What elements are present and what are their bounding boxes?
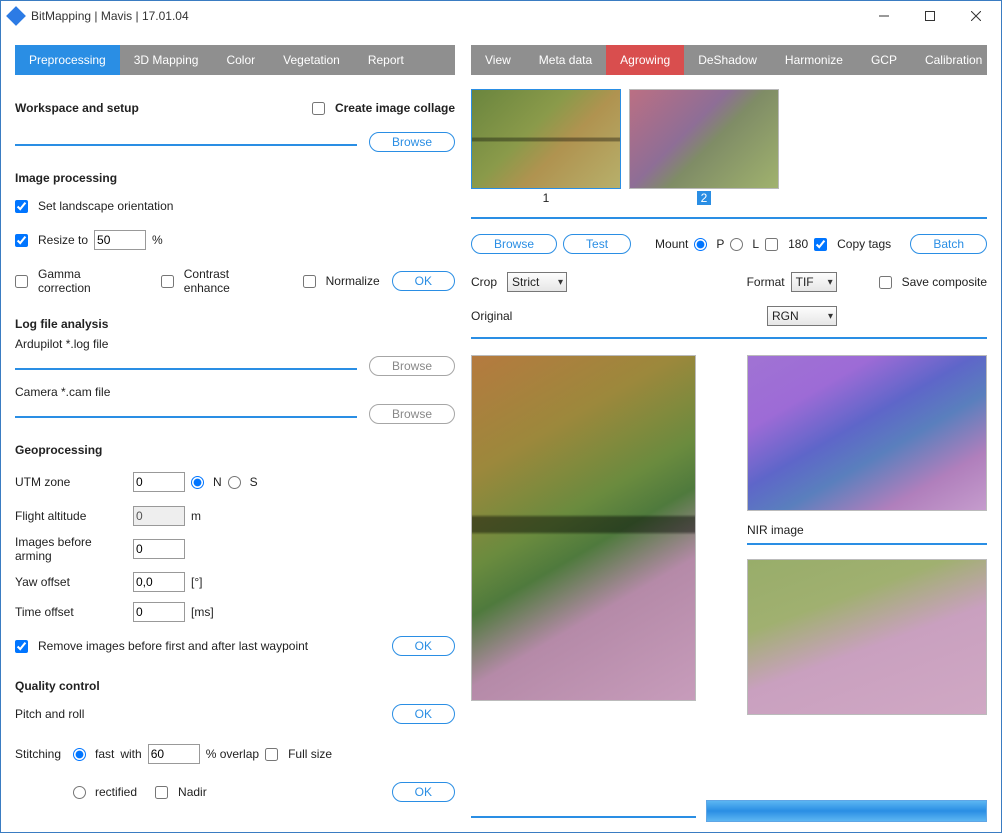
contrast-check[interactable]: Contrast enhance <box>161 267 277 295</box>
copytags-check[interactable]: Copy tags <box>814 233 891 255</box>
time-value[interactable] <box>133 602 185 622</box>
mount-l-radio[interactable]: L <box>730 233 759 255</box>
ardu-browse-button[interactable]: Browse <box>369 356 455 376</box>
geo-heading: Geoprocessing <box>15 443 455 457</box>
resize-check[interactable]: Resize to <box>15 229 88 251</box>
overlap-value[interactable] <box>148 744 200 764</box>
thumb-2[interactable] <box>629 89 779 189</box>
tab-gcp[interactable]: GCP <box>857 45 911 75</box>
utm-value[interactable] <box>133 472 185 492</box>
minimize-button[interactable] <box>861 1 907 31</box>
alt-value <box>133 506 185 526</box>
nir-label: NIR image <box>747 523 987 537</box>
tab-agrowing[interactable]: Agrowing <box>606 45 684 75</box>
imgproc-heading: Image processing <box>15 171 455 185</box>
workspace-heading: Workspace and setup <box>15 101 139 115</box>
thumb-1[interactable] <box>471 89 621 189</box>
before-value[interactable] <box>133 539 185 559</box>
resize-value[interactable] <box>94 230 146 250</box>
workspace-path-underline <box>15 144 357 146</box>
tab-report[interactable]: Report <box>354 45 418 75</box>
workspace-browse-button[interactable]: Browse <box>369 132 455 152</box>
format-select[interactable]: TIF <box>791 272 837 292</box>
tab-preprocessing[interactable]: Preprocessing <box>15 45 120 75</box>
remove-wp-check[interactable]: Remove images before first and after las… <box>15 635 308 657</box>
stitch-fast-radio[interactable]: fast <box>73 743 114 765</box>
tab-calibration[interactable]: Calibration <box>911 45 996 75</box>
mount-p-radio[interactable]: P <box>694 233 724 255</box>
cam-browse-button[interactable]: Browse <box>369 404 455 424</box>
normalize-check[interactable]: Normalize <box>303 270 380 292</box>
stitch-rectified-radio[interactable]: rectified <box>73 781 137 803</box>
qc-heading: Quality control <box>15 679 455 693</box>
logs-heading: Log file analysis <box>15 317 455 331</box>
qc-stitch-ok-button[interactable]: OK <box>392 782 455 802</box>
tab-color[interactable]: Color <box>212 45 269 75</box>
gamma-check[interactable]: Gamma correction <box>15 267 135 295</box>
yaw-value[interactable] <box>133 572 185 592</box>
tab-harmonize[interactable]: Harmonize <box>771 45 857 75</box>
tab-3d-mapping[interactable]: 3D Mapping <box>120 45 213 75</box>
fullsize-check[interactable]: Full size <box>265 743 332 765</box>
tab-view[interactable]: View <box>471 45 525 75</box>
landscape-check[interactable]: Set landscape orientation <box>15 195 455 217</box>
tab-deshadow[interactable]: DeShadow <box>684 45 771 75</box>
create-collage-check[interactable]: Create image collage <box>312 97 455 119</box>
crop-select[interactable]: Strict <box>507 272 567 292</box>
left-tabs: Preprocessing 3D Mapping Color Vegetatio… <box>15 45 455 75</box>
save-composite-check[interactable]: Save composite <box>879 271 987 293</box>
original-select[interactable]: RGN <box>767 306 837 326</box>
preview-main[interactable] <box>471 355 696 701</box>
batch-button[interactable]: Batch <box>910 234 987 254</box>
preview-nir-top[interactable] <box>747 355 987 511</box>
app-icon <box>6 6 26 26</box>
progress-bar <box>706 800 987 822</box>
close-button[interactable] <box>953 1 999 31</box>
mount-180-check[interactable]: 180 <box>765 233 808 255</box>
geo-ok-button[interactable]: OK <box>392 636 455 656</box>
tab-vegetation[interactable]: Vegetation <box>269 45 354 75</box>
maximize-button[interactable] <box>907 1 953 31</box>
imgproc-ok-button[interactable]: OK <box>392 271 455 291</box>
tab-metadata[interactable]: Meta data <box>525 45 606 75</box>
nadir-check[interactable]: Nadir <box>155 781 207 803</box>
utm-s-radio[interactable]: S <box>228 471 258 493</box>
window-title: BitMapping | Mavis | 17.01.04 <box>31 9 861 23</box>
cam-label: Camera *.cam file <box>15 385 455 399</box>
right-test-button[interactable]: Test <box>563 234 631 254</box>
right-tabs: View Meta data Agrowing DeShadow Harmoni… <box>471 45 987 75</box>
ardu-label: Ardupilot *.log file <box>15 337 455 351</box>
qc-pitch-ok-button[interactable]: OK <box>392 704 455 724</box>
utm-n-radio[interactable]: N <box>191 471 222 493</box>
right-browse-button[interactable]: Browse <box>471 234 557 254</box>
preview-nir-bottom[interactable] <box>747 559 987 715</box>
